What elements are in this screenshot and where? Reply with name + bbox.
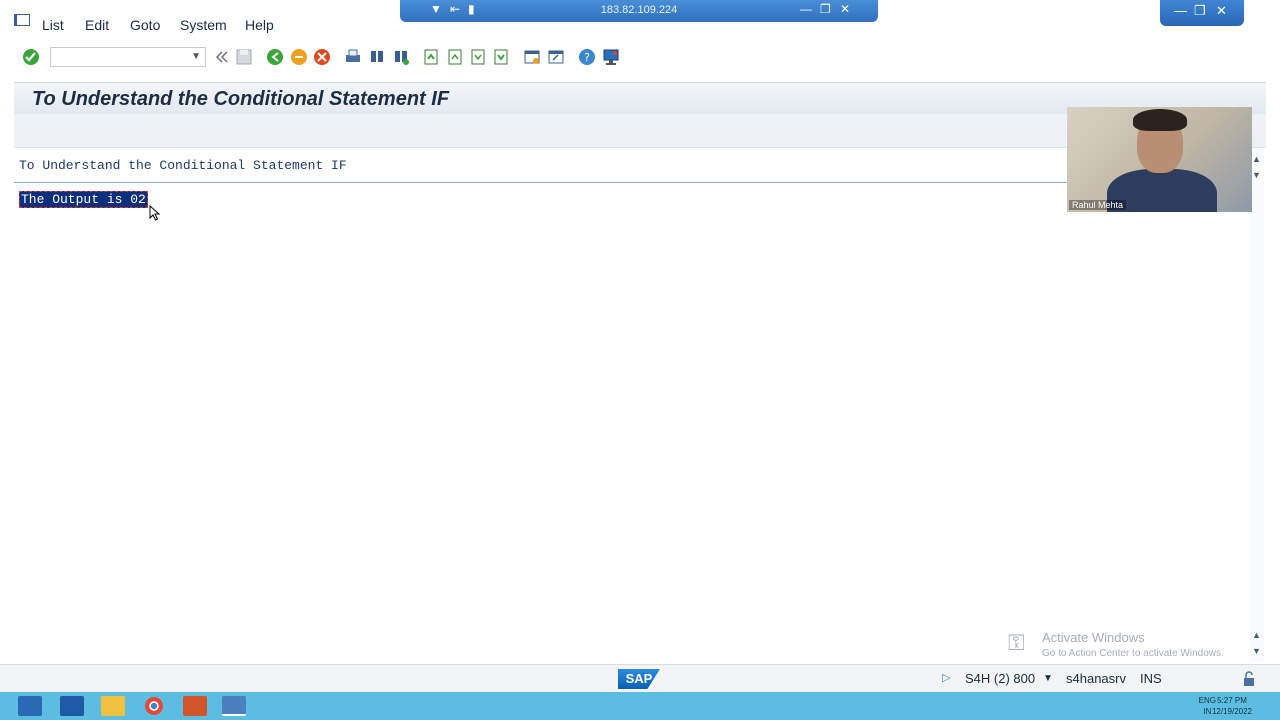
- lock-icon[interactable]: [1242, 671, 1256, 687]
- rdp-close-icon[interactable]: ✕: [840, 2, 850, 16]
- vertical-scrollbar[interactable]: ▲ ▼ ▲ ▼: [1250, 148, 1264, 662]
- last-page-icon[interactable]: [491, 47, 511, 67]
- menu-system[interactable]: System: [180, 17, 227, 33]
- menu-help[interactable]: Help: [245, 17, 274, 33]
- powerpoint-icon[interactable]: [183, 696, 207, 716]
- create-session-icon[interactable]: [522, 47, 542, 67]
- powershell-icon[interactable]: [60, 696, 84, 716]
- help-icon[interactable]: ?: [577, 47, 597, 67]
- menu-goto[interactable]: Goto: [130, 17, 160, 33]
- webcam-overlay: Rahul Mehta: [1067, 107, 1252, 212]
- output-line-selected[interactable]: The Output is 02: [19, 191, 148, 208]
- svg-text:?: ?: [584, 51, 590, 64]
- clock-time: 5:27 PM: [1217, 696, 1247, 705]
- find-next-icon[interactable]: [391, 47, 411, 67]
- print-icon[interactable]: [343, 47, 363, 67]
- scroll-up-icon[interactable]: ▲: [1252, 630, 1261, 640]
- clock-date: 12/19/2022: [1211, 707, 1252, 716]
- server-name: s4hanasrv: [1066, 671, 1126, 686]
- watermark-subtitle: Go to Action Center to activate Windows.: [1042, 648, 1224, 659]
- key-icon: ⚿: [1008, 630, 1025, 655]
- enter-icon[interactable]: [21, 47, 41, 67]
- rdp-restore-icon[interactable]: ❐: [820, 2, 831, 16]
- status-bar: SAP ▷ S4H (2) 800 ▼ s4hanasrv INS: [0, 664, 1280, 692]
- mouse-cursor-icon: [149, 205, 161, 221]
- remote-desktop-bar: ▼ ⇤ ▮ 183.82.109.224 — ❐ ✕: [400, 0, 878, 22]
- chrome-icon[interactable]: [142, 696, 166, 716]
- back-icon[interactable]: [265, 47, 285, 67]
- list-separator: [14, 182, 1068, 183]
- presenter-hair: [1133, 109, 1187, 131]
- chevron-down-icon[interactable]: ▼: [1043, 673, 1053, 684]
- insert-mode[interactable]: INS: [1140, 671, 1162, 686]
- scroll-down-icon[interactable]: ▼: [1252, 170, 1261, 180]
- menu-edit[interactable]: Edit: [85, 17, 109, 33]
- rdp-minimize-icon[interactable]: —: [800, 2, 812, 16]
- sap-logo: SAP: [618, 669, 660, 689]
- exit-icon[interactable]: [289, 47, 309, 67]
- back-double-icon[interactable]: [211, 47, 231, 67]
- first-page-icon[interactable]: [421, 47, 441, 67]
- taskbar-clock[interactable]: 5:27 PM 12/19/2022: [1212, 695, 1252, 717]
- shortcut-icon[interactable]: [546, 47, 566, 67]
- menu-list[interactable]: List: [42, 17, 64, 33]
- restore-icon[interactable]: ❐: [1194, 3, 1206, 19]
- watermark-title: Activate Windows: [1042, 630, 1145, 645]
- command-field[interactable]: ▼: [50, 47, 206, 67]
- next-page-icon[interactable]: [468, 47, 488, 67]
- find-icon[interactable]: [367, 47, 387, 67]
- windows-taskbar: ENG IN 5:27 PM 12/19/2022: [0, 692, 1280, 720]
- cancel-icon[interactable]: [312, 47, 332, 67]
- play-triangle-icon[interactable]: ▷: [942, 671, 950, 684]
- sap-logon-icon[interactable]: [222, 696, 246, 716]
- previous-page-icon[interactable]: [445, 47, 465, 67]
- save-icon[interactable]: [234, 47, 254, 67]
- presenter-name: Rahul Mehta: [1069, 200, 1127, 210]
- server-manager-icon[interactable]: [18, 696, 42, 716]
- chevron-down-icon[interactable]: ▼: [191, 51, 201, 62]
- window-controls: — ❐ ✕: [1160, 0, 1244, 26]
- menu-icon[interactable]: [14, 14, 30, 26]
- close-icon[interactable]: ✕: [1216, 3, 1227, 19]
- list-output: To Understand the Conditional Statement …: [14, 148, 1250, 662]
- customize-layout-icon[interactable]: [601, 47, 621, 67]
- page-title: To Understand the Conditional Statement …: [32, 88, 450, 110]
- system-info: S4H (2) 800: [965, 671, 1036, 686]
- list-header: To Understand the Conditional Statement …: [19, 158, 347, 173]
- minimize-icon[interactable]: —: [1174, 3, 1187, 18]
- scroll-down-icon[interactable]: ▼: [1252, 646, 1261, 656]
- file-explorer-icon[interactable]: [101, 696, 125, 716]
- scroll-up-icon[interactable]: ▲: [1252, 154, 1261, 164]
